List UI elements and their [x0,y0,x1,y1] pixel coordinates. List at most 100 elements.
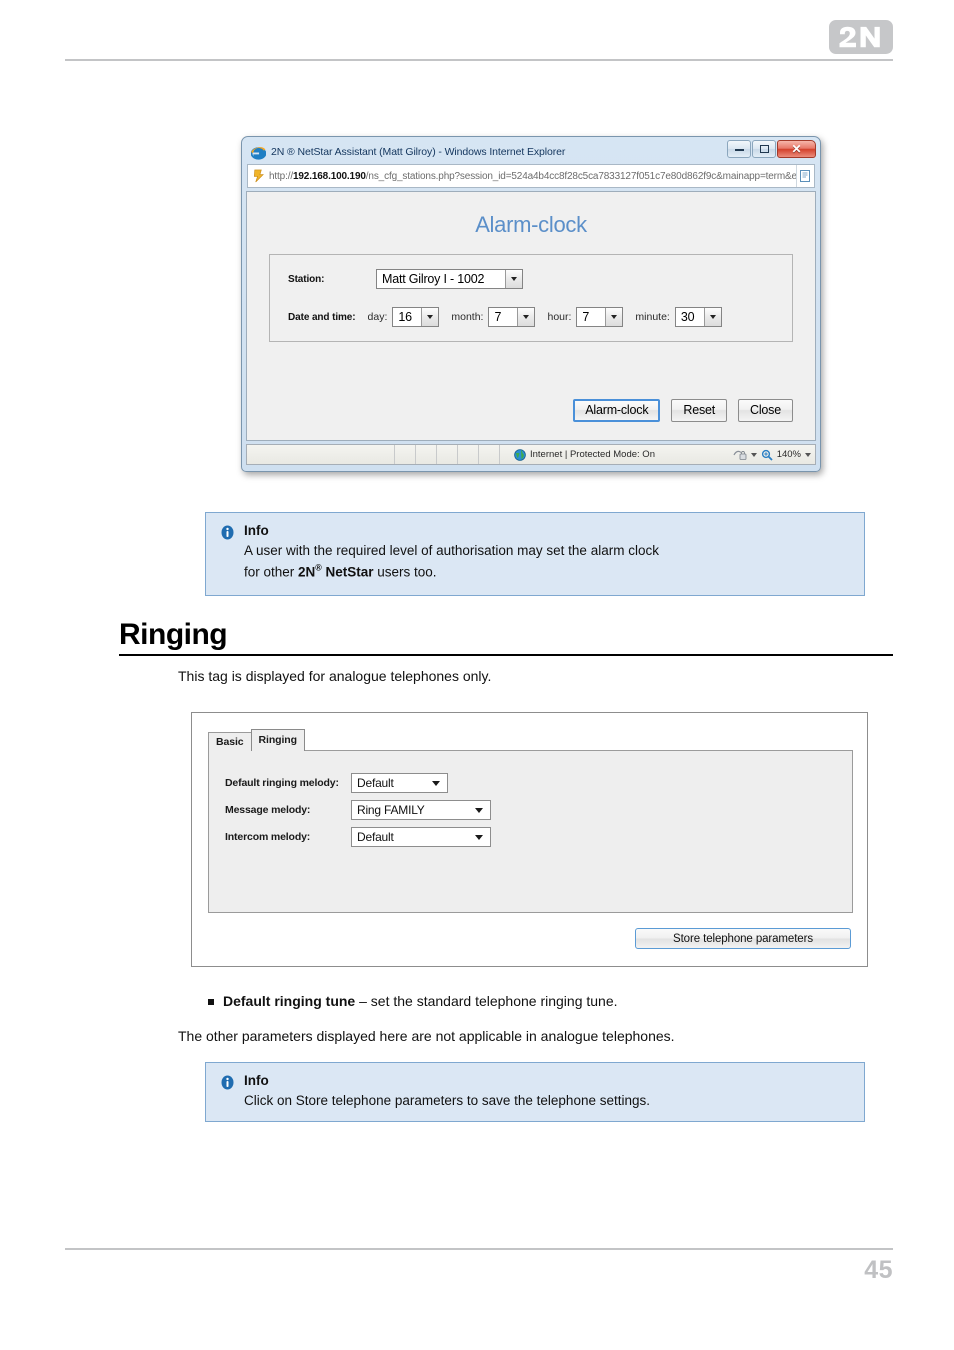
tab-bar: Basic Ringing [208,729,853,751]
default-ringing-melody-row: Default ringing melody: Default [225,773,852,793]
info-icon [221,525,234,540]
page-icon [800,170,810,182]
bullet-default-ringing-tune: Default ringing tune – set the standard … [208,993,618,1009]
station-label: Station: [288,273,325,285]
status-segment [437,445,458,464]
bullet-square-icon [208,999,214,1005]
month-label: month: [451,311,484,323]
datetime-label: Date and time: [288,311,356,323]
window-controls: ✕ [726,140,816,158]
tab-basic[interactable]: Basic [208,732,252,751]
page-header [0,0,954,72]
minimize-button[interactable] [727,140,751,158]
status-segment [458,445,479,464]
hour-select-value: 7 [582,310,590,324]
page-number: 45 [864,1256,893,1284]
intercom-melody-select[interactable]: Default [351,827,491,847]
day-select-value: 16 [398,310,412,324]
message-melody-label: Message melody: [225,804,311,816]
chevron-down-icon [421,308,439,326]
hour-select[interactable]: 7 [576,307,624,327]
store-telephone-parameters-button[interactable]: Store telephone parameters [635,928,851,949]
close-dialog-button[interactable]: Close [738,399,793,422]
alarm-clock-heading: Alarm-clock [475,212,587,237]
url-path: /ns_cfg_stations.php?session_id=524a4b4c… [365,170,796,182]
info-line-2-pre: for other [244,564,299,580]
info-text: Click on Store telephone parameters to s… [244,1093,650,1108]
intercom-melody-label: Intercom melody: [225,831,311,843]
info-text: A user with the required level of author… [244,541,850,583]
info-title: Info [244,523,269,538]
address-url: http://192.168.100.190/ns_cfg_stations.p… [269,171,796,182]
header-divider [65,59,893,61]
intercom-melody-value: Default [357,830,394,844]
intro-paragraph: This tag is displayed for analogue telep… [178,668,492,684]
tab-ringing[interactable]: Ringing [250,729,305,751]
url-scheme: http:// [269,170,293,182]
chevron-down-icon [517,308,535,326]
other-parameters-paragraph: The other parameters displayed here are … [178,1028,675,1044]
message-melody-row: Message melody: Ring FAMILY [225,800,852,820]
ringing-tab-panel: Default ringing melody: Default Message … [208,750,853,913]
status-segment [395,445,416,464]
alarm-clock-button[interactable]: Alarm-clock [573,399,661,422]
station-row: Station: Matt Gilroy I - 1002 [288,269,792,289]
status-segment [247,445,395,464]
day-label: day: [367,311,388,323]
info-callout-store: Info Click on Store telephone parameters… [205,1062,865,1122]
hour-label: hour: [547,311,572,323]
alarm-clock-form: Station: Matt Gilroy I - 1002 Date and t… [269,254,793,342]
chevron-down-icon[interactable] [750,452,757,457]
info-title: Info [244,1073,269,1088]
reset-button[interactable]: Reset [671,399,728,422]
window-title: 2N ® NetStar Assistant (Matt Gilroy) - W… [271,146,566,158]
message-melody-value: Ring FAMILY [357,803,425,817]
tab-strip-filler [304,729,853,751]
zoom-icon [761,449,773,461]
minute-select-value: 30 [680,310,695,324]
minute-select[interactable]: 30 [674,307,722,327]
page-title: Ringing [119,618,228,651]
info-body: Info A user with the required level of a… [244,523,850,585]
default-ringing-melody-label: Default ringing melody: [225,777,339,789]
close-button[interactable]: ✕ [777,140,816,158]
page-actions-button[interactable] [796,165,814,187]
month-select[interactable]: 7 [488,307,536,327]
globe-icon [514,448,526,461]
bullet-text: Default ringing tune – set the standard … [223,993,618,1009]
ringing-panel-screenshot: Basic Ringing Default ringing melody: De… [191,712,868,967]
status-bar: Internet | Protected Mode: On 140% [246,444,816,465]
status-segment [479,445,500,464]
chevron-down-icon[interactable] [805,452,811,457]
close-icon: ✕ [791,142,802,156]
chevron-down-icon [605,308,623,326]
default-ringing-melody-select[interactable]: Default [351,773,448,793]
address-bar[interactable]: http://192.168.100.190/ns_cfg_stations.p… [247,164,815,188]
url-host: 192.168.100.190 [292,170,366,182]
brand-logo-2n [829,20,893,54]
heading-underline [119,654,893,656]
intercom-melody-row: Intercom melody: Default [225,827,852,847]
day-select[interactable]: 16 [392,307,440,327]
station-select[interactable]: Matt Gilroy I - 1002 [376,269,523,289]
internet-explorer-icon [251,146,266,160]
status-right-group: 140% [733,445,811,464]
bullet-term: Default ringing tune [223,993,356,1009]
default-ringing-melody-value: Default [357,776,394,790]
page-footer: 45 [0,1240,954,1350]
chevron-down-icon [475,807,483,813]
section-heading-ringing: Ringing [119,618,893,656]
favicon-icon [253,169,264,183]
maximize-button[interactable] [752,140,776,158]
ringing-tab-area: Basic Ringing Default ringing melody: De… [208,729,853,916]
brand-name: 2N [298,564,316,580]
security-zone-status[interactable]: Internet | Protected Mode: On [514,448,655,461]
message-melody-select[interactable]: Ring FAMILY [351,800,491,820]
datetime-row: Date and time: day: 16 month: 7 hour: 7 … [288,307,792,327]
footer-divider [65,1248,893,1250]
status-segment [416,445,437,464]
maximize-icon [759,145,769,153]
protected-mode-icon [733,450,747,460]
dialog-button-row: Alarm-clock Reset Close [573,399,793,422]
chevron-down-icon [475,834,483,840]
